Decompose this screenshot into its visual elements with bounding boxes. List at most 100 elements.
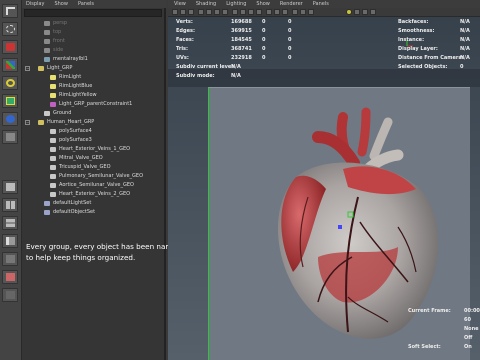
camera-icon[interactable] (172, 9, 178, 15)
outliner-item-label: Ground (53, 110, 72, 116)
hud-value: 169688 (231, 19, 252, 25)
rotate-tool-icon[interactable] (2, 76, 18, 90)
outliner-item[interactable]: top (22, 28, 166, 37)
ipr-icon[interactable] (362, 9, 368, 15)
outliner-item[interactable]: Heart_Exterior_Veins_2_GEO (22, 190, 166, 199)
move-tool-icon[interactable] (2, 58, 18, 72)
layout-side-icon[interactable] (2, 216, 18, 230)
viewport-panel: View Shading Lighting Show Renderer Pane… (168, 0, 480, 360)
shadows-icon[interactable] (266, 9, 272, 15)
select-tool-icon[interactable] (2, 4, 18, 18)
tool-box (0, 0, 22, 360)
outliner-item[interactable]: side (22, 46, 166, 55)
backface-icon[interactable] (308, 9, 314, 15)
menu-show[interactable]: Show (256, 0, 270, 8)
outliner-item[interactable]: polySurface4 (22, 127, 166, 136)
hud-row: Backfaces: N/A (398, 18, 480, 27)
hud-label: Display Layer: (398, 46, 438, 52)
outliner-item[interactable]: Aortice_Semilunar_Valve_GEO (22, 181, 166, 190)
lights-icon[interactable] (256, 9, 262, 15)
hud-row: 60 (408, 316, 480, 325)
resolution-gate-icon[interactable] (214, 9, 220, 15)
group-icon (38, 120, 44, 125)
layout-four-icon[interactable] (2, 198, 18, 212)
hud-value: 0 (460, 64, 464, 70)
isolate-select-icon[interactable] (282, 9, 288, 15)
paint-select-tool-icon[interactable] (2, 40, 18, 54)
bookmark-icon[interactable] (180, 9, 186, 15)
hud-label: UVs: (176, 55, 189, 61)
mesh-icon (50, 192, 56, 197)
manipulator-tool-icon[interactable] (2, 112, 18, 126)
outliner-item[interactable]: Light_GRP_parentConstraint1 (22, 100, 166, 109)
hud-label: Verts: (176, 19, 193, 25)
hud-value: 0 (262, 28, 266, 34)
hud-value: N/A (460, 19, 470, 25)
outliner-item[interactable]: Pulmonary_Semilunar_Valve_GEO (22, 172, 166, 181)
layout-script-icon[interactable] (2, 288, 18, 302)
outliner-item[interactable]: Mitral_Valve_GEO (22, 154, 166, 163)
collapse-icon[interactable]: − (25, 120, 30, 125)
scale-tool-icon[interactable] (2, 94, 18, 108)
wireframe-icon[interactable] (232, 9, 238, 15)
last-tool-icon[interactable] (2, 130, 18, 144)
outliner-item[interactable]: RimLight (22, 73, 166, 82)
hud-label: Instance: (398, 37, 425, 43)
hud-value: Off (464, 335, 473, 341)
layout-outliner-icon[interactable] (2, 234, 18, 248)
ambient-occlusion-icon[interactable] (274, 9, 280, 15)
layout-single-icon[interactable] (2, 180, 18, 194)
outliner-search-input[interactable] (24, 9, 162, 17)
hud-value: 184545 (231, 37, 252, 43)
outliner-item[interactable]: Tricuspid_Valve_GEO (22, 163, 166, 172)
outliner-item-label: Tricuspid_Valve_GEO (59, 164, 111, 170)
outliner-item[interactable]: RimLightYellow (22, 91, 166, 100)
outliner-item[interactable]: − Human_Heart_GRP (22, 118, 166, 127)
outliner-item-label: defaultLightSet (53, 200, 92, 206)
hud-value: N/A (460, 55, 470, 61)
outliner-item[interactable]: front (22, 37, 166, 46)
menu-panels[interactable]: Panels (78, 0, 94, 8)
menu-lighting[interactable]: Lighting (226, 0, 246, 8)
outliner-item[interactable]: RimLightBlue (22, 82, 166, 91)
outliner-item[interactable]: defaultObjectSet (22, 208, 166, 217)
outliner-item[interactable]: polySurface3 (22, 136, 166, 145)
menu-renderer[interactable]: Renderer (280, 0, 303, 8)
menu-show[interactable]: Show (54, 0, 68, 8)
menu-view[interactable]: View (174, 0, 186, 8)
mesh-icon (50, 174, 56, 179)
outliner-item[interactable]: Ground (22, 109, 166, 118)
outliner-item[interactable]: persp (22, 19, 166, 28)
outliner-item-label: RimLight (59, 74, 82, 80)
render-icon[interactable] (354, 9, 360, 15)
menu-display[interactable]: Display (26, 0, 44, 8)
outliner-item-label: Human_Heart_GRP (47, 119, 95, 125)
gate-mask-icon[interactable] (222, 9, 228, 15)
layout-hypershade-icon[interactable] (2, 270, 18, 284)
hud-label: Faces: (176, 37, 194, 43)
outliner-item-label: RimLightYellow (59, 92, 97, 98)
hud-row: Subdiv current level: N/A (176, 63, 306, 72)
menu-shading[interactable]: Shading (196, 0, 216, 8)
image-plane-icon[interactable] (188, 9, 194, 15)
collapse-icon[interactable]: − (25, 66, 30, 71)
outliner-item[interactable]: mentalrayIbl1 (22, 55, 166, 64)
film-gate-icon[interactable] (206, 9, 212, 15)
xray-icon[interactable] (292, 9, 298, 15)
light-icon (50, 84, 56, 89)
sun-icon[interactable] (346, 9, 352, 15)
xray-joints-icon[interactable] (300, 9, 306, 15)
smooth-shade-icon[interactable] (240, 9, 246, 15)
render-settings-icon[interactable] (370, 9, 376, 15)
outliner-item[interactable]: Heart_Exterior_Veins_1_GEO (22, 145, 166, 154)
menu-panels[interactable]: Panels (313, 0, 329, 8)
lasso-tool-icon[interactable] (2, 22, 18, 36)
outliner-item[interactable]: − Light_GRP (22, 64, 166, 73)
hud-row: Instance: N/A (398, 36, 480, 45)
grid-icon[interactable] (198, 9, 204, 15)
outliner-item[interactable]: defaultLightSet (22, 199, 166, 208)
outliner-menu-bar: Display Show Panels (22, 0, 166, 8)
outliner-item-label: mentalrayIbl1 (53, 56, 88, 62)
layout-graph-icon[interactable] (2, 252, 18, 266)
textured-icon[interactable] (248, 9, 254, 15)
